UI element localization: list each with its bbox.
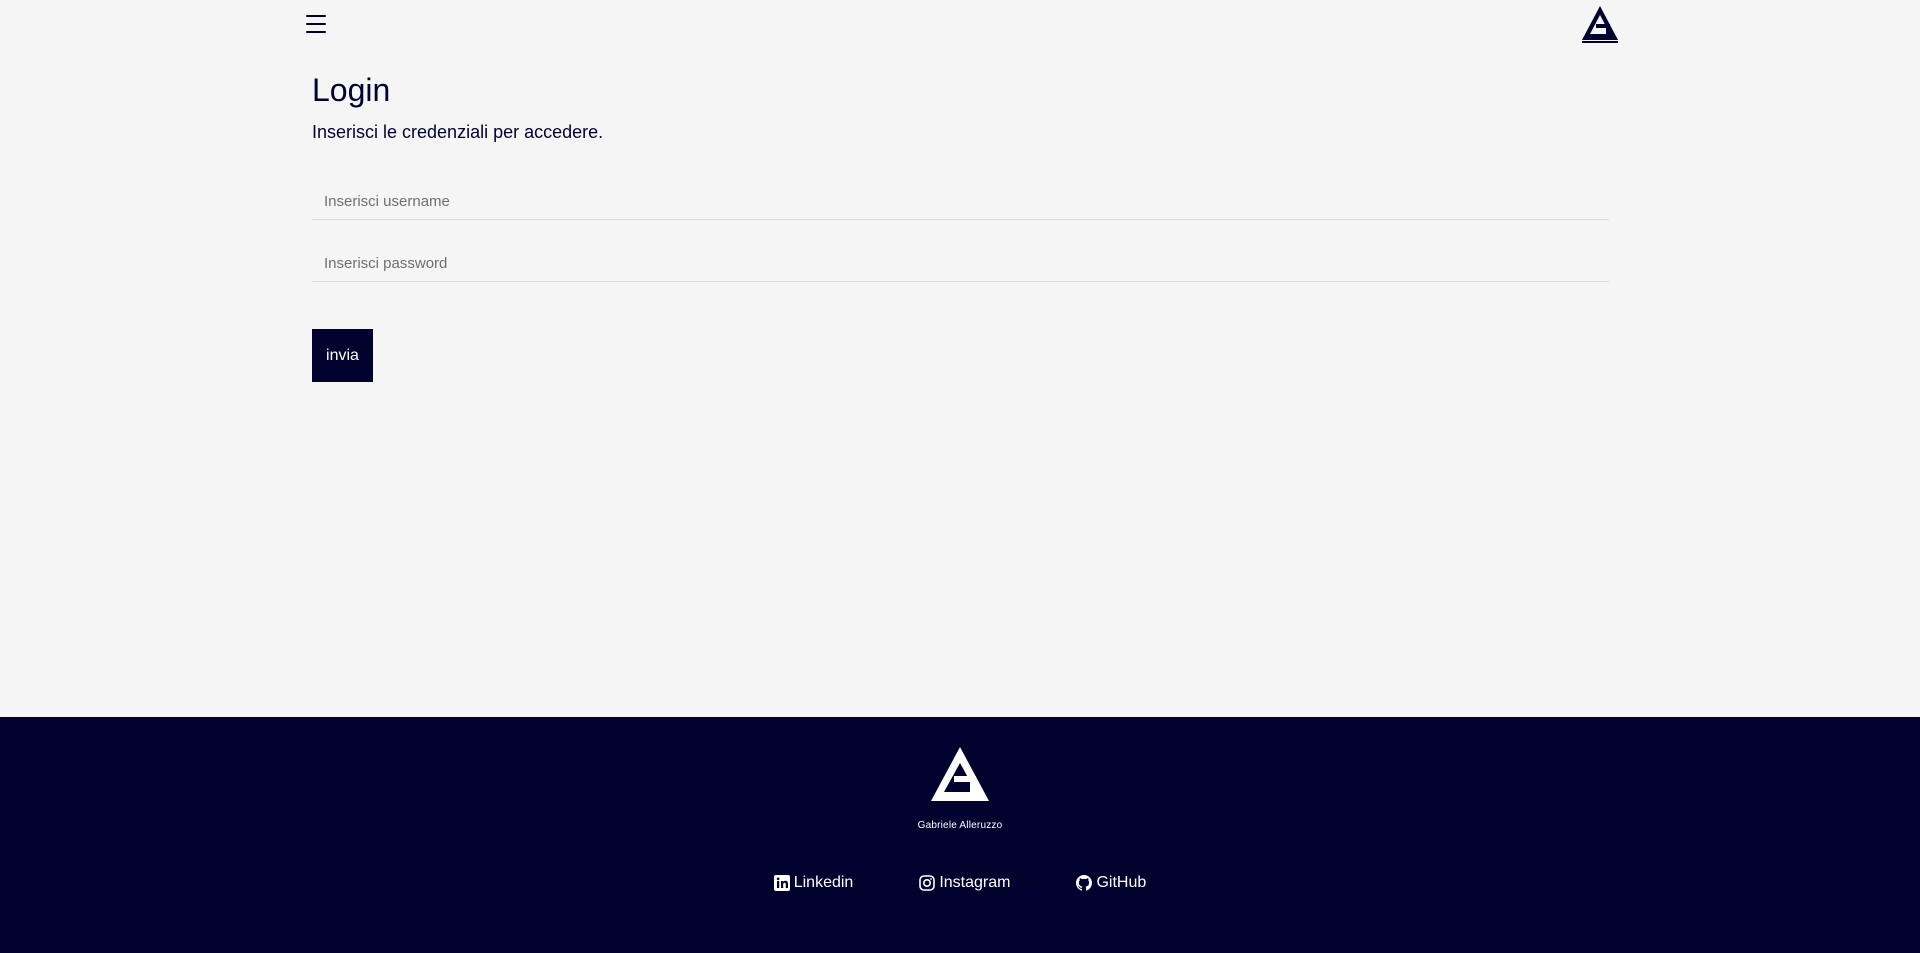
github-icon	[1076, 875, 1093, 891]
password-input[interactable]	[312, 238, 1609, 281]
instagram-label: Instagram	[939, 874, 1011, 891]
password-field-container	[312, 238, 1609, 282]
footer: Gabriele Alleruzzo Linkedin Instagram Gi…	[0, 717, 1920, 953]
github-label: GitHub	[1096, 874, 1147, 891]
username-input[interactable]	[312, 176, 1609, 219]
submit-button[interactable]: invia	[312, 329, 373, 382]
hamburger-menu-icon[interactable]	[304, 12, 328, 36]
instagram-link[interactable]: Instagram	[919, 874, 1010, 892]
footer-logo-icon	[931, 747, 989, 801]
github-link[interactable]: GitHub	[1076, 874, 1146, 892]
instagram-icon	[919, 875, 936, 891]
linkedin-icon	[773, 875, 790, 891]
page-subtitle: Inserisci le credenziali per accedere.	[312, 122, 604, 142]
linkedin-label: Linkedin	[793, 874, 854, 891]
username-field-container	[312, 176, 1609, 220]
page-title: Login	[312, 72, 391, 108]
linkedin-link[interactable]: Linkedin	[773, 874, 854, 892]
ga-logo-icon[interactable]	[1580, 4, 1620, 44]
login-section: Login Inserisci le credenziali per acced…	[312, 70, 1609, 382]
top-bar	[0, 0, 1920, 50]
social-links: Linkedin Instagram GitHub	[0, 874, 1920, 892]
footer-brand-text: Gabriele Alleruzzo	[917, 820, 1003, 831]
